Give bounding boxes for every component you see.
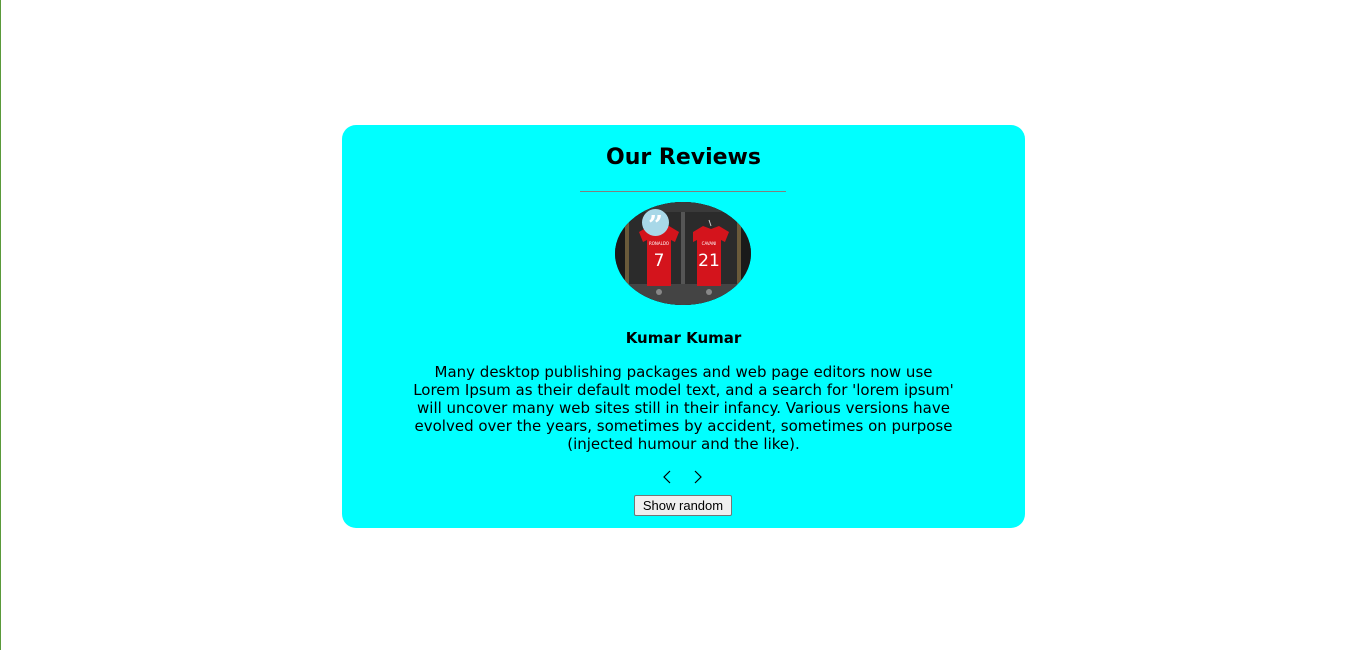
prev-button[interactable] xyxy=(660,467,676,487)
reviewer-name: Kumar Kumar xyxy=(625,329,742,347)
svg-text:CAVANI: CAVANI xyxy=(702,241,717,246)
chevron-right-icon xyxy=(694,470,702,484)
svg-text:7: 7 xyxy=(654,251,665,271)
reviewer-avatar-wrap: RONALDO 7 CAVANI 21 ” xyxy=(615,202,751,305)
title-underline xyxy=(580,191,786,192)
next-button[interactable] xyxy=(690,467,706,487)
chevron-left-icon xyxy=(663,470,671,484)
review-text: Many desktop publishing packages and web… xyxy=(413,363,954,453)
review-card: Our Reviews RONALDO 7 CAVANI 21 ” Kumar … xyxy=(342,125,1025,528)
page-left-border xyxy=(0,0,1,650)
svg-text:RONALDO: RONALDO xyxy=(649,241,669,246)
review-navigation xyxy=(342,467,1025,487)
section-title: Our Reviews xyxy=(606,145,761,170)
jersey-image: RONALDO 7 CAVANI 21 xyxy=(615,202,751,305)
reviewer-avatar: RONALDO 7 CAVANI 21 xyxy=(615,202,751,305)
show-random-button[interactable]: Show random xyxy=(634,495,732,516)
svg-text:21: 21 xyxy=(698,251,720,271)
quote-icon: ” xyxy=(642,209,669,241)
